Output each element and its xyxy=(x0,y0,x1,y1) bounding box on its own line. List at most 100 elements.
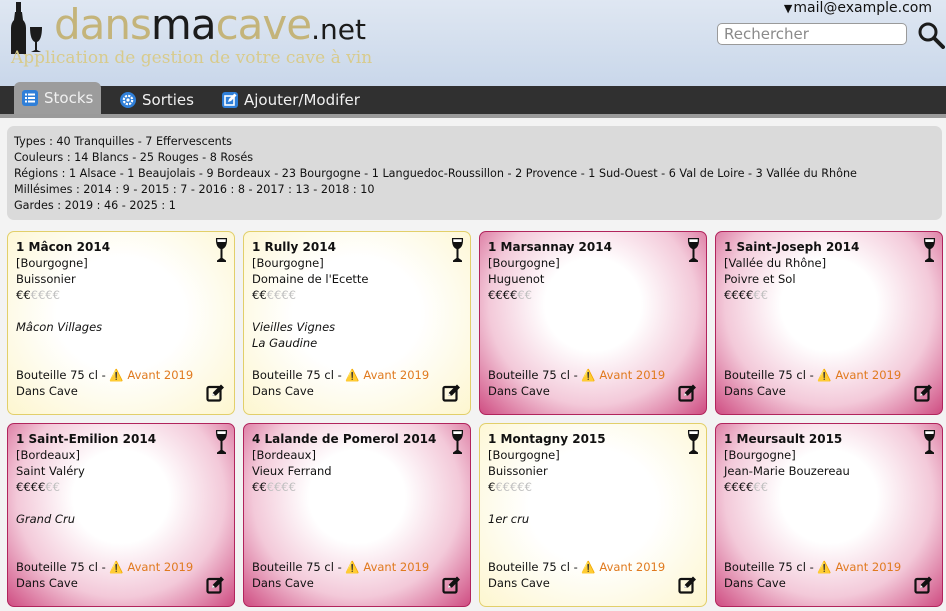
wine-title: 1 Saint-Joseph 2014 xyxy=(724,240,860,254)
wine-garde: Avant 2019 xyxy=(835,560,902,574)
wine-note-line: La Gaudine xyxy=(252,336,318,350)
wine-region: [Bourgogne] xyxy=(252,256,324,270)
wine-glass-icon xyxy=(215,430,228,454)
wine-location: Dans Cave xyxy=(488,384,550,398)
summary-millesimes: Millésimes : 2014 : 9 - 2015 : 7 - 2016 … xyxy=(14,183,375,196)
warning-icon: ⚠️ xyxy=(109,560,124,574)
edit-wine-icon[interactable] xyxy=(914,383,933,402)
wine-price-rating: €€€€€€ xyxy=(724,287,934,303)
wine-note-line: Grand Cru xyxy=(16,512,75,526)
wine-price-rating: €€€€€€ xyxy=(488,287,698,303)
nav-divider xyxy=(0,114,946,118)
app-tagline: Application de gestion de votre cave à v… xyxy=(11,48,373,68)
wine-title: 4 Lalande de Pomerol 2014 xyxy=(252,432,437,446)
wine-garde: Avant 2019 xyxy=(127,560,194,574)
wine-notes: Mâcon Villages xyxy=(16,319,102,335)
wine-glass-icon xyxy=(923,238,936,262)
wine-title: 1 Marsannay 2014 xyxy=(488,240,612,254)
wine-price-rating: €€€€€€ xyxy=(16,287,226,303)
wine-note-line: Mâcon Villages xyxy=(16,320,103,334)
wine-format: Bouteille 75 cl - xyxy=(488,368,582,382)
wine-format: Bouteille 75 cl - xyxy=(16,560,110,574)
wine-card[interactable]: 1 Saint-Joseph 2014 [Vallée du Rhône] Poiv… xyxy=(715,231,943,415)
wine-glass-icon xyxy=(451,238,464,262)
tab-sorties[interactable]: Sorties xyxy=(120,86,194,114)
tab-stocks[interactable]: Stocks xyxy=(14,82,102,114)
wine-card[interactable]: 1 Montagny 2015 [Bourgogne] Buissonier €€€€… xyxy=(479,423,707,607)
wine-bottle-logo-icon xyxy=(11,2,42,54)
wine-card[interactable]: 1 Mâcon 2014 [Bourgogne] Buissonier €€€€€€ M… xyxy=(7,231,235,415)
wine-card[interactable]: 4 Lalande de Pomerol 2014 [Bordeaux] Vieux… xyxy=(243,423,471,607)
summary-types: Types : 40 Tranquilles - 7 Effervescents xyxy=(14,135,232,148)
edit-wine-icon[interactable] xyxy=(914,575,933,594)
wine-producer: Domaine de l'Ecette xyxy=(252,272,369,286)
price-level-remaining: €€€€ xyxy=(266,480,296,494)
price-level-remaining: €€ xyxy=(45,480,60,494)
tab-ajouter-modifier[interactable]: Ajouter/Modifer xyxy=(222,86,360,114)
wine-format: Bouteille 75 cl - xyxy=(724,560,818,574)
search-icon[interactable] xyxy=(917,21,945,49)
wine-title: 1 Rully 2014 xyxy=(252,240,336,254)
wine-producer: Jean-Marie Bouzereau xyxy=(724,464,850,478)
wine-price-rating: €€€€€€ xyxy=(252,479,462,495)
wine-region: [Bordeaux] xyxy=(16,448,80,462)
wine-location: Dans Cave xyxy=(16,384,78,398)
wine-format: Bouteille 75 cl - xyxy=(252,368,346,382)
warning-icon: ⚠️ xyxy=(817,560,832,574)
price-level-remaining: €€ xyxy=(753,288,768,302)
edit-wine-icon[interactable] xyxy=(206,383,225,402)
warning-icon: ⚠️ xyxy=(581,368,596,382)
price-level-remaining: €€€€€ xyxy=(495,480,532,494)
warning-icon: ⚠️ xyxy=(817,368,832,382)
wine-region: [Bourgogne] xyxy=(488,256,560,270)
tab-stocks-label: Stocks xyxy=(44,89,94,107)
wine-garde: Avant 2019 xyxy=(363,368,430,382)
price-level: €€€€ xyxy=(16,480,46,494)
wine-card[interactable]: 1 Meursault 2015 [Bourgogne] Jean-Marie Bo… xyxy=(715,423,943,607)
price-level: €€€€ xyxy=(724,480,754,494)
wine-garde: Avant 2019 xyxy=(127,368,194,382)
wine-price-rating: €€€€€€ xyxy=(724,479,934,495)
wine-location: Dans Cave xyxy=(724,384,786,398)
user-email: mail@example.com xyxy=(793,0,932,16)
wine-format: Bouteille 75 cl - xyxy=(488,560,582,574)
wine-storage: Bouteille 75 cl - ⚠️ Avant 2019 Dans Cave xyxy=(488,367,665,399)
price-level: €€ xyxy=(252,288,267,302)
wine-price-rating: €€€€€€ xyxy=(252,287,462,303)
wine-location: Dans Cave xyxy=(16,576,78,590)
wine-producer: Saint Valéry xyxy=(16,464,85,478)
warning-icon: ⚠️ xyxy=(109,368,124,382)
wine-producer: Poivre et Sol xyxy=(724,272,796,286)
wine-title: 1 Montagny 2015 xyxy=(488,432,606,446)
edit-wine-icon[interactable] xyxy=(442,383,461,402)
wine-storage: Bouteille 75 cl - ⚠️ Avant 2019 Dans Cave xyxy=(488,559,665,591)
stock-summary: Types : 40 Tranquilles - 7 Effervescents… xyxy=(7,126,942,220)
summary-gardes: Gardes : 2019 : 46 - 2025 : 1 xyxy=(14,199,176,212)
search-input[interactable] xyxy=(717,23,907,45)
wine-storage: Bouteille 75 cl - ⚠️ Avant 2019 Dans Cave xyxy=(252,367,429,399)
summary-couleurs: Couleurs : 14 Blancs - 25 Rouges - 8 Ros… xyxy=(14,151,254,164)
wine-card[interactable]: 1 Saint-Emilion 2014 [Bordeaux] Saint Valé… xyxy=(7,423,235,607)
price-level: €€ xyxy=(16,288,31,302)
edit-wine-icon[interactable] xyxy=(678,383,697,402)
wine-storage: Bouteille 75 cl - ⚠️ Avant 2019 Dans Cave xyxy=(252,559,429,591)
app-logo[interactable]: dansmacave.net xyxy=(54,0,366,55)
warning-icon: ⚠️ xyxy=(345,560,360,574)
wine-format: Bouteille 75 cl - xyxy=(16,368,110,382)
edit-wine-icon[interactable] xyxy=(206,575,225,594)
wine-card[interactable]: 1 Rully 2014 [Bourgogne] Domaine de l'Ecet… xyxy=(243,231,471,415)
tab-ajouter-label: Ajouter/Modifer xyxy=(244,91,360,109)
wine-card[interactable]: 1 Marsannay 2014 [Bourgogne] Huguenot €€€€€… xyxy=(479,231,707,415)
wine-producer: Huguenot xyxy=(488,272,545,286)
price-level: €€€€ xyxy=(488,288,518,302)
wine-title: 1 Meursault 2015 xyxy=(724,432,843,446)
price-level-remaining: €€€€ xyxy=(30,288,60,302)
edit-wine-icon[interactable] xyxy=(442,575,461,594)
wine-glass-icon xyxy=(687,430,700,454)
wine-producer: Vieux Ferrand xyxy=(252,464,332,478)
wine-notes: Grand Cru xyxy=(16,511,75,527)
user-menu[interactable]: ▼mail@example.com xyxy=(784,0,932,16)
edit-wine-icon[interactable] xyxy=(678,575,697,594)
logo-ma: ma xyxy=(150,0,217,49)
warning-icon: ⚠️ xyxy=(345,368,360,382)
